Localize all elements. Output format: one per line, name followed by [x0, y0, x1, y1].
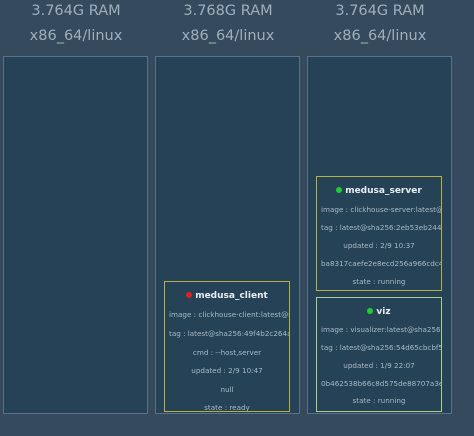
container-card-medusa-client[interactable]: medusa_client image : clickhouse-client:… — [164, 281, 290, 412]
container-updated: updated : 2/9 10:47 — [191, 366, 263, 375]
node-column-1: 3.764G RAM x86_64/linux — [0, 0, 152, 436]
node-panel — [3, 56, 148, 414]
container-image: image : clickhouse-client:latest@sh — [169, 310, 289, 319]
container-state: state : running — [352, 396, 406, 405]
container-updated: updated : 2/9 10:37 — [343, 241, 415, 250]
container-tag: tag : latest@sha256:49f4b2c264ad — [169, 329, 289, 338]
container-cmd: cmd : --host,server — [192, 348, 262, 357]
node-column-2: 3.768G RAM x86_64/linux medusa_client im… — [152, 0, 304, 436]
status-dot-icon — [336, 186, 343, 193]
node-panel: medusa_client image : clickhouse-client:… — [155, 56, 300, 414]
container-updated: updated : 1/9 22:07 — [343, 361, 415, 370]
container-state: state : ready — [204, 403, 250, 412]
container-title: medusa_client — [165, 291, 289, 301]
node-arch-label: x86_64/linux — [29, 28, 123, 44]
node-ram-label: 3.764G RAM — [31, 3, 121, 19]
node-arch-label: x86_64/linux — [333, 28, 427, 44]
container-name: medusa_server — [345, 186, 422, 196]
node-column-3: 3.764G RAM x86_64/linux medusa_server im… — [304, 0, 456, 436]
status-dot-icon — [367, 307, 374, 314]
container-image: image : visualizer:latest@sha256:5 — [321, 325, 441, 334]
node-ram-label: 3.768G RAM — [183, 3, 273, 19]
container-digest: 0b462538b66c8d575de88707a3e — [321, 379, 441, 388]
node-panel: medusa_server image : clickhouse-server:… — [307, 56, 452, 414]
container-tag: tag : latest@sha256:54d65cbcbf5 — [321, 343, 441, 352]
container-title: viz — [317, 307, 441, 317]
container-card-medusa-server[interactable]: medusa_server image : clickhouse-server:… — [316, 176, 442, 291]
container-extra: null — [220, 385, 234, 394]
container-image: image : clickhouse-server:latest@s — [321, 205, 441, 214]
container-state: state : running — [352, 277, 406, 286]
status-dot-icon — [186, 291, 193, 298]
container-name: medusa_client — [195, 291, 268, 301]
node-arch-label: x86_64/linux — [181, 28, 275, 44]
container-card-viz[interactable]: viz image : visualizer:latest@sha256:5 t… — [316, 297, 442, 412]
container-name: viz — [376, 307, 391, 317]
container-title: medusa_server — [317, 186, 441, 196]
container-digest: ba8317caefe2e8ecd256a966cdc40 — [321, 259, 441, 268]
container-tag: tag : latest@sha256:2eb53eb244f4 — [321, 223, 441, 232]
node-ram-label: 3.764G RAM — [335, 3, 425, 19]
